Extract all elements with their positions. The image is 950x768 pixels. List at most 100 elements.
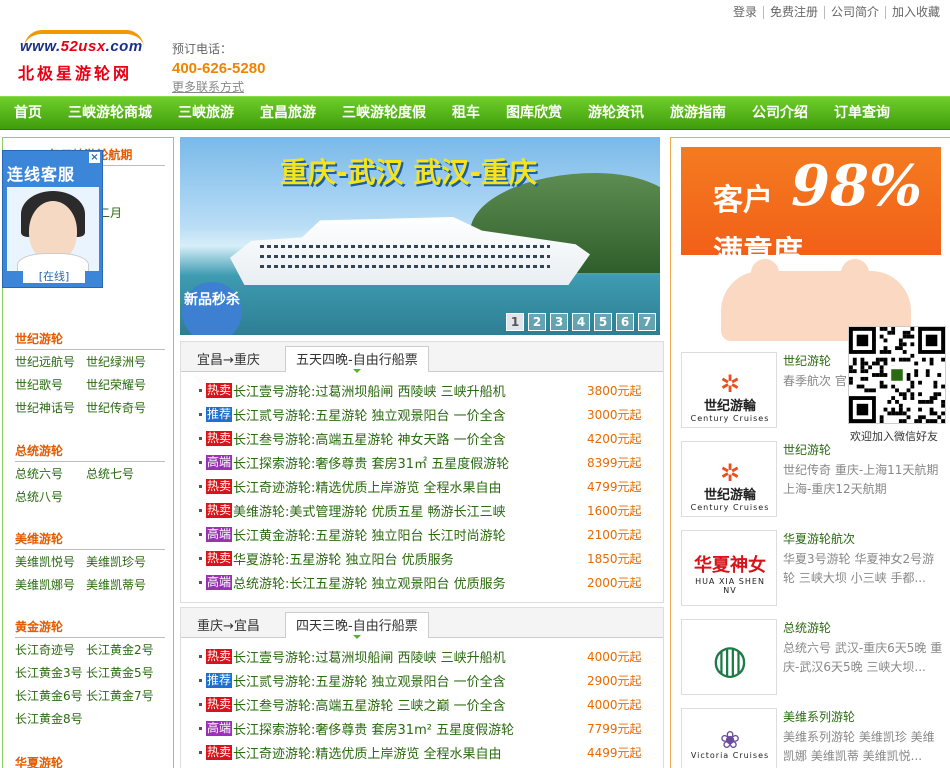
tab-four-days[interactable]: 四天三晚-自由行船票 [285,612,429,639]
list-item[interactable]: 热卖 华夏游轮:五星游轮 独立阳台 优质服务 1850元起 [199,546,663,570]
nav-vacation[interactable]: 三峡游轮度假 [328,97,438,129]
tab-five-days[interactable]: 五天四晚-自由行船票 [285,346,429,373]
pager-button[interactable]: 2 [528,313,546,331]
list-item[interactable]: 推荐 长江贰号游轮:五星游轮 独立观景阳台 一价全含 2900元起 [199,668,663,692]
ship-link[interactable]: 长江黄金8号 [15,711,86,727]
register-link[interactable]: 免费注册 [762,6,824,19]
ship-link[interactable]: 美维凯珍号 [86,554,157,570]
nav-gallery[interactable]: 图库欣赏 [492,97,574,129]
pager-button[interactable]: 4 [572,313,590,331]
cruise-line-name[interactable]: 世纪游轮 [783,352,831,369]
route-link[interactable]: 华夏游轮:五星游轮 独立阳台 优质服务 [233,549,454,568]
nav-company[interactable]: 公司介绍 [738,97,820,129]
nav-cruise-mall[interactable]: 三峡游轮商城 [54,97,164,129]
pager-button[interactable]: 5 [594,313,612,331]
ship-link[interactable]: 世纪歌号 [15,377,86,393]
route-link[interactable]: 长江黄金游轮:五星游轮 独立阳台 长江时尚游轮 [233,525,506,544]
route-link[interactable]: 长江叁号游轮:高端五星游轮 三峡之巅 一价全含 [233,695,506,714]
route-link[interactable]: 长江贰号游轮:五星游轮 独立观景阳台 一价全含 [233,405,506,424]
route-link[interactable]: 长江探索游轮:奢侈尊贵 套房31m² 五星度假游轮 [233,719,514,738]
ship-link[interactable]: 长江奇迹号 [15,642,86,658]
ship-link[interactable]: 长江黄金7号 [86,688,157,704]
pager-button[interactable]: 3 [550,313,568,331]
route-link[interactable]: 长江壹号游轮:过葛洲坝船闸 西陵峡 三峡升船机 [233,647,506,666]
site-logo[interactable]: www.52usx.com 北极星游轮网 [18,30,153,83]
route-link[interactable]: 长江叁号游轮:高端五星游轮 神女天路 一价全含 [233,429,506,448]
tab-yichang-chongqing[interactable]: 宜昌→重庆 [197,349,260,368]
route-link[interactable]: 长江贰号游轮:五星游轮 独立观景阳台 一价全含 [233,671,506,690]
login-link[interactable]: 登录 [727,6,763,19]
ship-link[interactable]: 长江黄金2号 [86,642,157,658]
tag-badge: 热卖 [206,382,233,398]
route-link[interactable]: 长江奇迹游轮:精选优质上岸游览 全程水果自由 [233,743,502,762]
tag-badge: 热卖 [206,550,233,566]
hero-banner[interactable]: 重庆-武汉 武汉-重庆 新品秒杀 1234567 [180,137,660,335]
nav-car-rental[interactable]: 租车 [438,97,492,129]
nav-three-gorges[interactable]: 三峡旅游 [164,97,246,129]
nav-guide[interactable]: 旅游指南 [656,97,738,129]
satisfaction-banner[interactable]: 客户 98% 满意度 [681,147,941,343]
cruise-line-name[interactable]: 世纪游轮 [783,441,831,458]
cruise-logo[interactable]: 华夏神女 HUA XIA SHEN NV [681,530,777,606]
list-item[interactable]: 热卖 长江壹号游轮:过葛洲坝船闸 西陵峡 三峡升船机 3800元起 [199,378,663,402]
ship-link[interactable]: 总统七号 [86,466,157,482]
about-link[interactable]: 公司简介 [823,6,885,19]
nav-orders[interactable]: 订单查询 [820,97,902,129]
ship-link[interactable]: 世纪神话号 [15,400,86,416]
route-link[interactable]: 长江奇迹游轮:精选优质上岸游览 全程水果自由 [233,477,502,496]
nav-news[interactable]: 游轮资讯 [574,97,656,129]
ship-link[interactable]: 世纪传奇号 [86,400,157,416]
cruise-logo[interactable]: ◍ [681,619,777,695]
phone-label: 预订电话： [172,42,233,56]
list-item[interactable]: 高端 长江探索游轮:奢侈尊贵 套房31㎡ 五星度假游轮 8399元起 [199,450,663,474]
cruise-line-item[interactable]: ◍ 总统游轮 总统六号 武汉-重庆6天5晚 重庆-武汉6天5晚 三峡大坝... [681,619,950,699]
route-link[interactable]: 长江探索游轮:奢侈尊贵 套房31㎡ 五星度假游轮 [233,453,509,472]
nav-home[interactable]: 首页 [0,97,54,129]
cruise-logo[interactable]: ✲ 世纪游輪 Century Cruises [681,441,777,517]
ship-link[interactable]: 总统六号 [15,466,86,482]
cruise-line-name[interactable]: 华夏游轮航次 [783,530,855,547]
list-item[interactable]: 推荐 长江贰号游轮:五星游轮 独立观景阳台 一价全含 3000元起 [199,402,663,426]
more-contact-link[interactable]: 更多联系方式 [172,78,265,95]
route-link[interactable]: 长江壹号游轮:过葛洲坝船闸 西陵峡 三峡升船机 [233,381,506,400]
logo-mark: 华夏神女 HUA XIA SHEN NV [690,551,770,595]
cruise-line-item[interactable]: 华夏神女 HUA XIA SHEN NV 华夏游轮航次 华夏3号游轮 华夏神女2号游轮… [681,530,950,610]
tab-chongqing-yichang[interactable]: 重庆→宜昌 [197,615,260,634]
list-item[interactable]: 热卖 长江奇迹游轮:精选优质上岸游览 全程水果自由 4499元起 [199,740,663,764]
ship-link[interactable]: 美维凯悦号 [15,554,86,570]
list-item[interactable]: 热卖 长江叁号游轮:高端五星游轮 三峡之巅 一价全含 4000元起 [199,692,663,716]
online-service-widget[interactable]: × 连线客服 [在线] [2,150,103,288]
cruise-logo[interactable]: ✲ 世纪游輪 Century Cruises [681,352,777,428]
cruise-logo[interactable]: ❀ Victoria Cruises [681,708,777,768]
ship-link[interactable]: 长江黄金5号 [86,665,157,681]
cruise-line-name[interactable]: 美维系列游轮 [783,708,855,725]
ship-link[interactable]: 美维凯娜号 [15,577,86,593]
ship-link[interactable]: 总统八号 [15,489,86,505]
cruise-line-name[interactable]: 总统游轮 [783,619,831,636]
nav-yichang[interactable]: 宜昌旅游 [246,97,328,129]
banner-pager: 1234567 [506,313,656,331]
list-item[interactable]: 高端 长江黄金游轮:五星游轮 独立阳台 长江时尚游轮 2100元起 [199,522,663,546]
pager-button[interactable]: 6 [616,313,634,331]
ship-link[interactable]: 美维凯蒂号 [86,577,157,593]
cruise-line-item[interactable]: ❀ Victoria Cruises 美维系列游轮 美维系列游轮 美维凯珍 美维凯娜 … [681,708,950,768]
favorite-link[interactable]: 加入收藏 [884,6,946,19]
list-item[interactable]: 热卖 长江奇迹游轮:精选优质上岸游览 全程水果自由 4799元起 [199,474,663,498]
cruise-line-item[interactable]: ✲ 世纪游輪 Century Cruises 世纪游轮 世纪传奇 重庆-上海11天航期 … [681,441,950,521]
list-item[interactable]: 高端 长江探索游轮:奢侈尊贵 套房31m² 五星度假游轮 7799元起 [199,716,663,740]
list-item[interactable]: 热卖 长江叁号游轮:高端五星游轮 神女天路 一价全含 4200元起 [199,426,663,450]
pager-button[interactable]: 1 [506,313,524,331]
ship-link[interactable]: 世纪远航号 [15,354,86,370]
list-item[interactable]: 高端 总统游轮:长江五星游轮 独立观景阳台 优质服务 2000元起 [199,570,663,594]
ship-link[interactable]: 世纪荣耀号 [86,377,157,393]
price: 8399元起 [587,455,642,470]
ship-link[interactable]: 世纪绿洲号 [86,354,157,370]
list-item[interactable]: 热卖 长江壹号游轮:过葛洲坝船闸 西陵峡 三峡升船机 4000元起 [199,644,663,668]
route-link[interactable]: 总统游轮:长江五星游轮 独立观景阳台 优质服务 [233,573,506,592]
list-item[interactable]: 热卖 美维游轮:美式管理游轮 优质五星 畅游长江三峡 1600元起 [199,498,663,522]
route-link[interactable]: 美维游轮:美式管理游轮 优质五星 畅游长江三峡 [233,501,506,520]
ship-link[interactable]: 长江黄金3号 [15,665,86,681]
logo-star-icon: ❀ [719,726,741,754]
ship-link[interactable]: 长江黄金6号 [15,688,86,704]
pager-button[interactable]: 7 [638,313,656,331]
